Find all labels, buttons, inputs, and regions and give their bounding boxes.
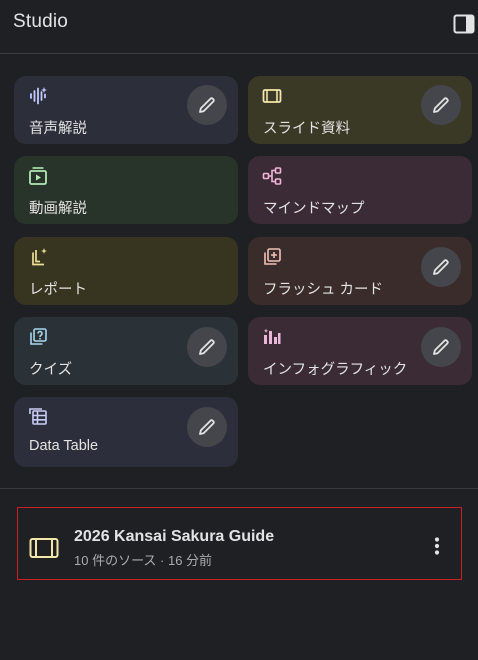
flashcards-icon: [264, 248, 281, 265]
pencil-icon: [433, 97, 449, 113]
pencil-icon: [433, 259, 449, 275]
note-title: 2026 Kansai Sakura Guide: [74, 528, 275, 545]
flashcards-label: フラッシュ カード: [263, 282, 384, 298]
infographic-label: インフォグラフィック: [263, 362, 408, 378]
report-icon: [32, 248, 47, 266]
report-card[interactable]: レポート: [14, 237, 238, 305]
pencil-icon: [433, 339, 449, 355]
note-meta: 10 件のソース · 16 分前: [74, 553, 213, 568]
pencil-icon: [199, 419, 215, 435]
quiz-label: クイズ: [29, 362, 73, 378]
data-table-edit-button[interactable]: [187, 407, 227, 447]
section-divider: [0, 488, 478, 489]
slides-edit-button[interactable]: [421, 85, 461, 125]
audio-overview-edit-button[interactable]: [187, 85, 227, 125]
slides-card[interactable]: スライド資料: [248, 76, 472, 144]
note-more-button[interactable]: [426, 534, 448, 558]
video-overview-card[interactable]: 動画解説: [14, 156, 238, 224]
page-title: Studio: [13, 11, 69, 32]
side-panel-icon: [453, 14, 475, 34]
quiz-card[interactable]: クイズ: [14, 317, 238, 385]
data-table-icon: [29, 408, 47, 425]
data-table-label: Data Table: [29, 438, 99, 454]
pencil-icon: [199, 97, 215, 113]
infographic-card[interactable]: インフォグラフィック: [248, 317, 472, 385]
quiz-icon: [30, 328, 47, 345]
quiz-edit-button[interactable]: [187, 327, 227, 367]
mind-map-icon: [262, 167, 282, 185]
studio-panel: Studio 音声解説 スライド資料 動画解説 マインドマップ レポート フラッ…: [0, 0, 478, 660]
flashcards-edit-button[interactable]: [421, 247, 461, 287]
mind-map-card[interactable]: マインドマップ: [248, 156, 472, 224]
mind-map-label: マインドマップ: [263, 201, 365, 217]
slides-icon: [262, 89, 282, 103]
video-overview-label: 動画解説: [29, 201, 87, 217]
flashcards-card[interactable]: フラッシュ カード: [248, 237, 472, 305]
infographic-edit-button[interactable]: [421, 327, 461, 367]
slides-label: スライド資料: [263, 121, 350, 137]
slides-icon: [29, 538, 59, 558]
pencil-icon: [199, 339, 215, 355]
report-label: レポート: [29, 282, 87, 298]
studio-header: Studio: [0, 0, 478, 54]
data-table-card[interactable]: Data Table: [14, 397, 238, 467]
infographic-icon: [263, 328, 281, 344]
audio-overview-card[interactable]: 音声解説: [14, 76, 238, 144]
video-overview-icon: [29, 167, 47, 185]
audio-waveform-icon: [30, 87, 47, 105]
saved-note-item[interactable]: 2026 Kansai Sakura Guide 10 件のソース · 16 分…: [17, 507, 462, 580]
more-vert-icon: [434, 537, 440, 555]
side-panel-toggle-button[interactable]: [452, 12, 476, 36]
audio-overview-label: 音声解説: [29, 121, 87, 137]
